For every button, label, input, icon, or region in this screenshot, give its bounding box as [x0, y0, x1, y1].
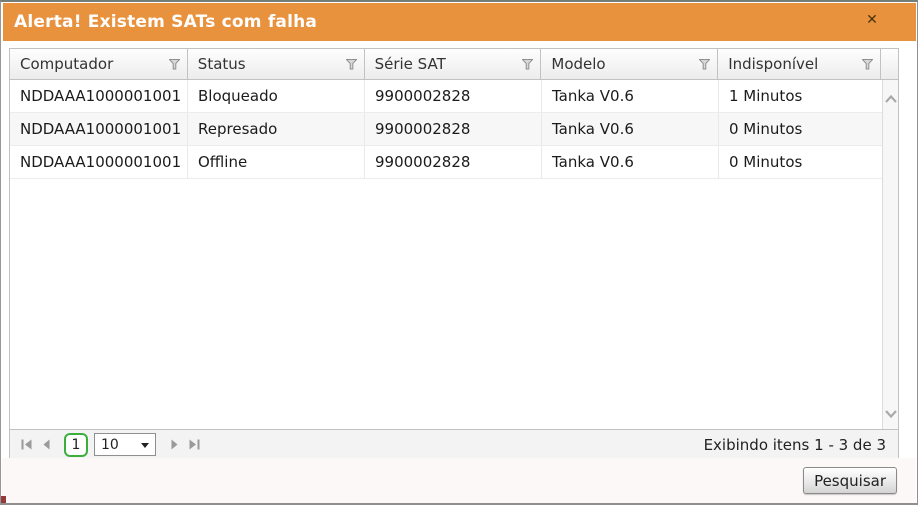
table-row[interactable]: NDDAAA1000001001 Represado 9900002828 Ta…	[10, 113, 882, 146]
column-header-serie-sat[interactable]: Série SAT	[365, 49, 542, 79]
column-header-modelo[interactable]: Modelo	[541, 49, 718, 79]
current-page-button[interactable]: 1	[64, 433, 88, 457]
close-icon[interactable]: ✕	[863, 11, 881, 29]
chevron-down-icon	[141, 443, 149, 452]
corner-notch	[1, 496, 6, 503]
table-row[interactable]: NDDAAA1000001001 Offline 9900002828 Tank…	[10, 146, 882, 179]
previous-page-button[interactable]	[36, 435, 56, 455]
cell-status: Represado	[188, 113, 365, 145]
pager-status-text: Exibindo itens 1 - 3 de 3	[704, 436, 890, 454]
table-body: NDDAAA1000001001 Bloqueado 9900002828 Ta…	[10, 80, 882, 179]
column-header-label: Indisponível	[728, 55, 818, 73]
cell-indisponivel: 0 Minutos	[719, 146, 882, 178]
filter-icon[interactable]	[862, 59, 873, 70]
table-row[interactable]: NDDAAA1000001001 Bloqueado 9900002828 Ta…	[10, 80, 882, 113]
next-page-button[interactable]	[164, 435, 184, 455]
alert-dialog: Alerta! Existem SATs com falha ✕ Computa…	[0, 0, 918, 505]
sat-failures-table: Computador Status Série SAT Modelo	[9, 48, 899, 460]
cell-status: Offline	[188, 146, 365, 178]
page-size-value: 10	[101, 437, 119, 453]
scroll-up-icon[interactable]	[883, 88, 898, 110]
column-header-label: Modelo	[551, 55, 605, 73]
cell-serie-sat: 9900002828	[365, 146, 542, 178]
cell-modelo: Tanka V0.6	[542, 80, 719, 112]
cell-indisponivel: 0 Minutos	[719, 113, 882, 145]
column-header-label: Status	[198, 55, 246, 73]
pager-bar: 1 10 Exibindo itens 1 - 3 de 3	[10, 429, 898, 459]
column-header-computador[interactable]: Computador	[10, 49, 188, 79]
cell-indisponivel: 1 Minutos	[719, 80, 882, 112]
cell-modelo: Tanka V0.6	[542, 146, 719, 178]
header-scrollbar-spacer	[881, 49, 898, 79]
filter-icon[interactable]	[699, 59, 710, 70]
column-header-indisponivel[interactable]: Indisponível	[718, 49, 881, 79]
cell-serie-sat: 9900002828	[365, 113, 542, 145]
column-header-label: Série SAT	[375, 55, 446, 73]
column-header-status[interactable]: Status	[188, 49, 365, 79]
first-page-button[interactable]	[16, 435, 36, 455]
search-button[interactable]: Pesquisar	[803, 467, 897, 494]
cell-modelo: Tanka V0.6	[542, 113, 719, 145]
cell-computador: NDDAAA1000001001	[10, 80, 188, 112]
last-page-button[interactable]	[184, 435, 204, 455]
dialog-titlebar: Alerta! Existem SATs com falha	[3, 3, 916, 41]
scroll-down-icon[interactable]	[883, 403, 898, 425]
dialog-title: Alerta! Existem SATs com falha	[3, 12, 317, 32]
page-size-dropdown[interactable]: 10	[94, 433, 156, 456]
column-header-label: Computador	[20, 55, 113, 73]
filter-icon[interactable]	[346, 59, 357, 70]
vertical-scrollbar[interactable]	[882, 80, 898, 429]
filter-icon[interactable]	[169, 59, 180, 70]
filter-icon[interactable]	[522, 59, 533, 70]
cell-computador: NDDAAA1000001001	[10, 146, 188, 178]
dialog-footer: Pesquisar	[2, 458, 916, 503]
cell-serie-sat: 9900002828	[365, 80, 542, 112]
cell-computador: NDDAAA1000001001	[10, 113, 188, 145]
cell-status: Bloqueado	[188, 80, 365, 112]
table-header-row: Computador Status Série SAT Modelo	[10, 49, 898, 80]
